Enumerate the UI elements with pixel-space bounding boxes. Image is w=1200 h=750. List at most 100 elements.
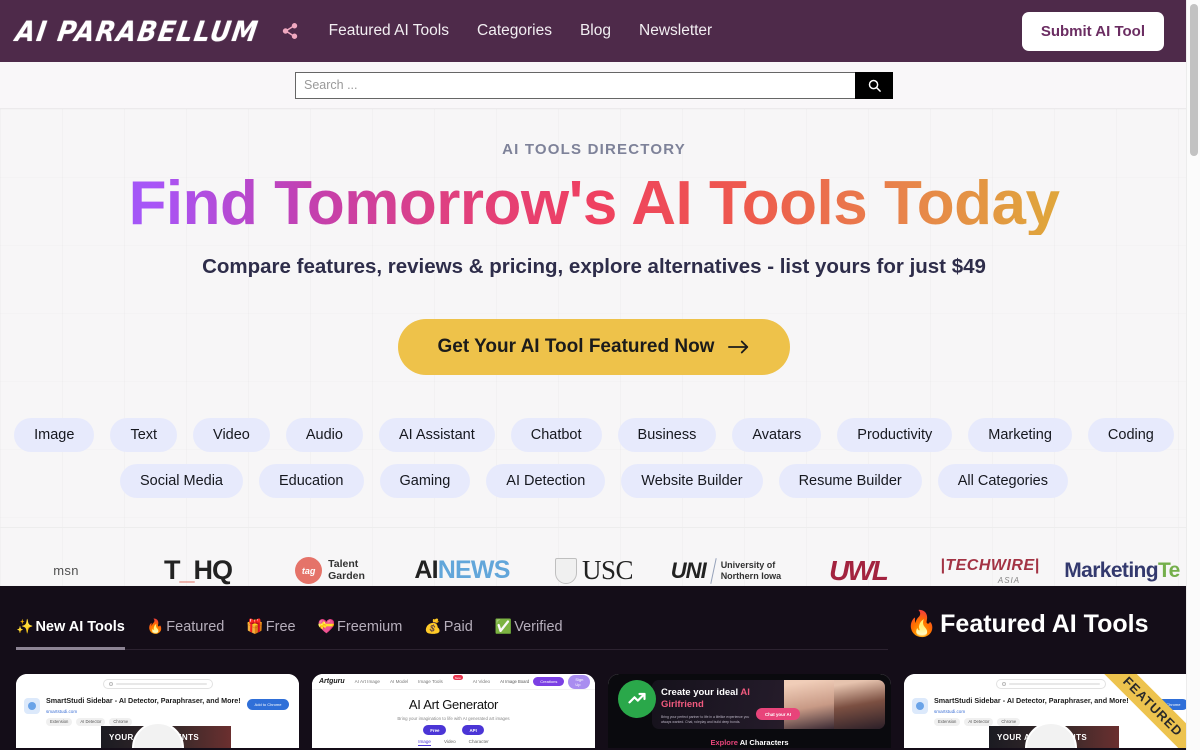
page-title: Find Tomorrow's AI Tools Today [0, 172, 1188, 235]
fire-icon: 🔥 [146, 618, 165, 634]
sparkles-icon: ✨ [16, 618, 34, 634]
uni-logo: UNI University of Northern Iowa [671, 558, 781, 584]
category-pill-social-media[interactable]: Social Media [119, 464, 243, 499]
page-scrollbar[interactable] [1186, 0, 1200, 750]
tool-link: smartstudi.com [46, 708, 78, 714]
tab-featured[interactable]: 🔥 Featured [147, 618, 224, 650]
nav-item-blog[interactable]: Blog [580, 22, 611, 40]
category-pill-chatbot[interactable]: Chatbot [510, 418, 602, 453]
thumb-banner-images [783, 680, 885, 729]
thumb-navbar: Artguru AI Art Image AI Model Image Tool… [312, 674, 595, 690]
category-pill-all-categories[interactable]: All Categories [937, 464, 1068, 499]
featured-ai-tools-heading: 🔥 Featured AI Tools [906, 610, 1172, 639]
category-pill-resume-builder[interactable]: Resume Builder [778, 464, 922, 499]
tab-free[interactable]: 🎁 Free [246, 618, 295, 650]
category-pill-group: Image Text Video Audio AI Assistant Chat… [0, 418, 1188, 499]
category-pill-avatars[interactable]: Avatars [732, 418, 822, 453]
thumb-chip: API [462, 725, 484, 735]
search-icon [108, 681, 113, 686]
main-nav: Featured AI Tools Categories Blog Newsle… [329, 22, 713, 40]
tools-section: ✨ New AI Tools 🔥 Featured 🎁 Free 💝 Freem… [0, 586, 1188, 750]
category-pill-coding[interactable]: Coding [1087, 418, 1174, 453]
marketing-tech-logo-text: MarketingTe [1064, 558, 1180, 582]
thumb-tab: Image [418, 739, 431, 746]
category-row-2: Social Media Education Gaming AI Detecti… [0, 464, 1188, 499]
site-header: AI PARABELLUM Featured AI Tools Categori… [0, 0, 1188, 62]
thumb-nav-item: Image Tools [418, 679, 443, 684]
tag-circle-mark: tag [295, 557, 323, 585]
category-pill-gaming[interactable]: Gaming [379, 464, 471, 499]
category-pill-image[interactable]: Image [14, 418, 95, 453]
techwire-logo: |TECHWIRE| ASIA [940, 557, 1039, 585]
tool-tag: AI Detector [964, 717, 994, 726]
thumb-banner-text: Create your ideal AI Girlfriend Bring yo… [652, 680, 800, 729]
tool-title: AI Art Generator [408, 697, 499, 712]
tool-card-smartstudi-sidebar[interactable]: SmartStudi Sidebar - AI Detector, Paraph… [16, 674, 299, 748]
thumb-nav-badge: New [452, 675, 463, 680]
tools-section-header-row: ✨ New AI Tools 🔥 Featured 🎁 Free 💝 Freem… [0, 586, 1188, 650]
share-icon[interactable] [281, 22, 299, 40]
tool-card-ai-girlfriend[interactable]: Create your ideal AI Girlfriend Bring yo… [608, 674, 891, 748]
hero-cta-wrapper: Get Your AI Tool Featured Now [0, 319, 1188, 376]
talent-garden-logo-text: Talent Garden [328, 558, 365, 582]
scrollbar-thumb[interactable] [1190, 4, 1198, 156]
tools-tab-list: ✨ New AI Tools 🔥 Featured 🎁 Free 💝 Freem… [16, 586, 888, 650]
tool-tag: Chrome [997, 717, 1021, 726]
thumb-tab-list: Image Video Character [312, 739, 595, 746]
tab-label: Free [265, 618, 296, 635]
category-pill-education[interactable]: Education [259, 464, 364, 499]
thumb-body: SmartStudi Sidebar - AI Detector, Paraph… [16, 693, 299, 726]
thumb-body: SmartStudi Sidebar - AI Detector, Paraph… [904, 693, 1188, 726]
ainews-logo-text: AINEWS [414, 556, 510, 585]
tool-card-artguru-ai-art-generator[interactable]: Artguru AI Art Image AI Model Image Tool… [312, 674, 595, 748]
category-pill-audio[interactable]: Audio [285, 418, 363, 453]
search-wrapper [295, 71, 893, 99]
category-pill-productivity[interactable]: Productivity [837, 418, 953, 453]
category-pill-ai-assistant[interactable]: AI Assistant [378, 418, 495, 453]
category-pill-ai-detection[interactable]: AI Detection [486, 464, 606, 499]
tab-new-ai-tools[interactable]: ✨ New AI Tools [16, 618, 125, 650]
category-pill-video[interactable]: Video [193, 418, 270, 453]
usc-shield-icon [554, 557, 577, 584]
thumb-main: AI Art Generator Bring your imagination … [312, 690, 595, 746]
hero-subtitle: Compare features, reviews & pricing, exp… [202, 255, 986, 279]
submit-ai-tool-button[interactable]: Submit AI Tool [1021, 11, 1164, 51]
hero-section: AI TOOLS DIRECTORY Find Tomorrow's AI To… [0, 109, 1188, 586]
nav-item-featured-ai-tools[interactable]: Featured AI Tools [329, 22, 449, 40]
tool-tag: AI Detector [76, 717, 106, 726]
card-thumbnail: SmartStudi Sidebar - AI Detector, Paraph… [16, 674, 299, 748]
thumb-text-block: SmartStudi Sidebar - AI Detector, Paraph… [46, 696, 241, 726]
gift-heart-icon: 💝 [317, 618, 336, 634]
artguru-logo: Artguru [319, 678, 345, 685]
search-bar-strip [0, 62, 1188, 109]
thumb-topbar [904, 674, 1188, 693]
category-pill-text[interactable]: Text [110, 418, 178, 453]
get-featured-cta-button[interactable]: Get Your AI Tool Featured Now [397, 319, 791, 376]
thumb-footer-text: Explore AI Characters [710, 738, 789, 747]
thumb-search-placeholder [115, 682, 207, 685]
card-thumbnail: Artguru AI Art Image AI Model Image Tool… [312, 674, 595, 748]
uni-divider [709, 557, 717, 584]
search-input[interactable] [295, 71, 855, 99]
nav-item-newsletter[interactable]: Newsletter [639, 22, 712, 40]
site-logo[interactable]: AI PARABELLUM [13, 15, 261, 47]
tool-card-smartstudi-sidebar-featured[interactable]: SmartStudi Sidebar - AI Detector, Paraph… [904, 674, 1188, 748]
verified-check-icon: ✅ [494, 618, 513, 634]
tab-label: Paid [443, 618, 473, 635]
usc-logo-text: USC [581, 555, 634, 586]
category-pill-website-builder[interactable]: Website Builder [621, 464, 763, 499]
thumb-nav-item: AI Art Image [354, 679, 380, 684]
search-submit-button[interactable] [855, 71, 893, 99]
card-thumbnail: Create your ideal AI Girlfriend Bring yo… [608, 674, 891, 748]
category-pill-business[interactable]: Business [617, 418, 717, 453]
tab-paid[interactable]: 💰 Paid [424, 618, 472, 650]
tab-verified[interactable]: ✅ Verified [495, 618, 563, 650]
add-to-chrome-button: Add to Chrome [1146, 699, 1188, 710]
tab-freemium[interactable]: 💝 Freemium [318, 618, 403, 650]
uwl-logo-text: UWL [829, 554, 889, 586]
category-pill-marketing[interactable]: Marketing [968, 418, 1072, 453]
thumb-text-block: SmartStudi Sidebar - AI Detector, Paraph… [934, 696, 1140, 726]
thumb-banner: Create your ideal AI Girlfriend Bring yo… [652, 680, 885, 729]
tool-link: smartstudi.com [934, 708, 966, 714]
nav-item-categories[interactable]: Categories [477, 22, 552, 40]
